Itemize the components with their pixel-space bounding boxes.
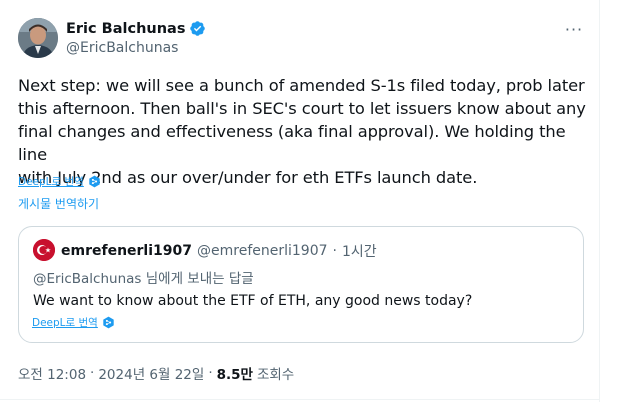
quoted-time[interactable]: 1시간	[342, 241, 377, 261]
post-date[interactable]: 2024년 6월 22일	[98, 363, 204, 383]
tweet-line: final changes and effectiveness (aka fin…	[18, 122, 566, 164]
author-handle[interactable]: @EricBalchunas	[66, 40, 178, 56]
quoted-tweet[interactable]: emrefenerli1907 @emrefenerli1907 · 1시간 @…	[18, 226, 584, 343]
translate-post-link[interactable]: 게시물 번역하기	[18, 195, 99, 212]
more-options-icon[interactable]: ···	[560, 18, 588, 40]
meta-separator: ·	[90, 365, 95, 381]
views-label: 조회수	[256, 367, 295, 383]
tweet-text: Next step: we will see a bunch of amende…	[18, 74, 588, 189]
post-time[interactable]: 오전 12:08	[18, 363, 86, 383]
views-count: 8.5만	[216, 367, 253, 383]
quoted-text: We want to know about the ETF of ETH, an…	[33, 293, 473, 309]
post-meta: 오전 12:08 · 2024년 6월 22일 · 8.5만 조회수	[18, 363, 294, 383]
quoted-deepl-translate-link[interactable]: DeepL로 번역	[32, 315, 98, 330]
quoted-author-name[interactable]: emrefenerli1907	[61, 243, 192, 259]
verified-badge-icon	[189, 20, 206, 37]
quoted-reply-to: @EricBalchunas 님에게 보내는 답글	[33, 271, 254, 287]
author-name[interactable]: Eric Balchunas	[66, 21, 185, 37]
deepl-icon	[102, 316, 115, 329]
column-divider	[599, 0, 600, 402]
meta-separator: ·	[208, 365, 213, 381]
tweet-line: with July 2nd as our over/under for eth …	[18, 168, 478, 187]
deepl-translate-row: DeepL로 번역	[18, 174, 101, 189]
tweet-line: this afternoon. Then ball's in SEC's cou…	[18, 99, 586, 118]
deepl-icon	[88, 175, 101, 188]
divider	[0, 399, 599, 400]
deepl-translate-link[interactable]: DeepL로 번역	[18, 174, 84, 189]
quoted-separator: ·	[332, 243, 337, 259]
author-avatar[interactable]	[18, 18, 58, 58]
tweet-line: Next step: we will see a bunch of amende…	[18, 76, 585, 95]
quoted-author-handle[interactable]: @emrefenerli1907	[197, 243, 328, 259]
quoted-header: emrefenerli1907 @emrefenerli1907 · 1시간	[61, 241, 377, 261]
turkish-flag-avatar[interactable]	[33, 239, 55, 261]
quoted-deepl-row: DeepL로 번역	[32, 315, 115, 330]
author-name-row: Eric Balchunas	[66, 20, 206, 37]
